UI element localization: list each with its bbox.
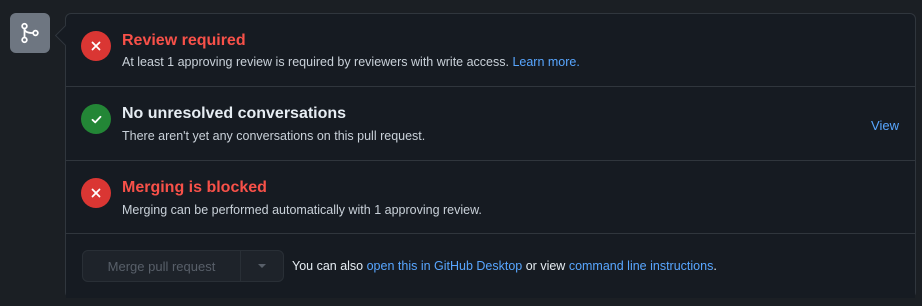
alt-prefix: You can also: [292, 259, 364, 273]
learn-more-link[interactable]: Learn more.: [512, 55, 579, 69]
command-line-instructions-link[interactable]: command line instructions: [569, 259, 714, 273]
triangle-down-icon: [258, 264, 266, 268]
git-merge-icon: [10, 13, 50, 53]
open-in-github-desktop-link[interactable]: open this in GitHub Desktop: [367, 259, 523, 273]
merge-alternatives-text: You can also open this in GitHub Desktop…: [292, 258, 717, 274]
check-description: At least 1 approving review is required …: [122, 54, 580, 70]
check-row-merge-blocked: Merging is blocked Merging can be perfor…: [66, 161, 915, 234]
merge-checks-panel: Review required At least 1 approving rev…: [65, 13, 916, 298]
merge-button-group: Merge pull request: [82, 250, 284, 282]
merge-action-row: Merge pull request You can also open thi…: [66, 234, 915, 298]
x-icon: [81, 31, 111, 61]
view-conversations-link[interactable]: View: [871, 118, 899, 134]
check-title: Review required: [122, 32, 246, 49]
check-title: Merging is blocked: [122, 179, 267, 196]
check-description-text: At least 1 approving review is required …: [122, 55, 509, 69]
check-row-review: Review required At least 1 approving rev…: [66, 14, 915, 87]
merge-method-dropdown-button[interactable]: [241, 251, 283, 281]
check-row-conversations: No unresolved conversations There aren't…: [66, 87, 915, 161]
alt-middle: or view: [525, 259, 566, 273]
git-merge-icon-graphic: [21, 22, 39, 44]
merge-pull-request-button[interactable]: Merge pull request: [83, 251, 241, 281]
check-icon: [81, 104, 111, 134]
check-title: No unresolved conversations: [122, 105, 347, 122]
x-icon: [81, 178, 111, 208]
merge-box-area: Review required At least 1 approving rev…: [0, 0, 922, 306]
check-description: Merging can be performed automatically w…: [122, 203, 482, 217]
alt-suffix: .: [713, 259, 717, 273]
check-description: There aren't yet any conversations on th…: [122, 129, 426, 143]
